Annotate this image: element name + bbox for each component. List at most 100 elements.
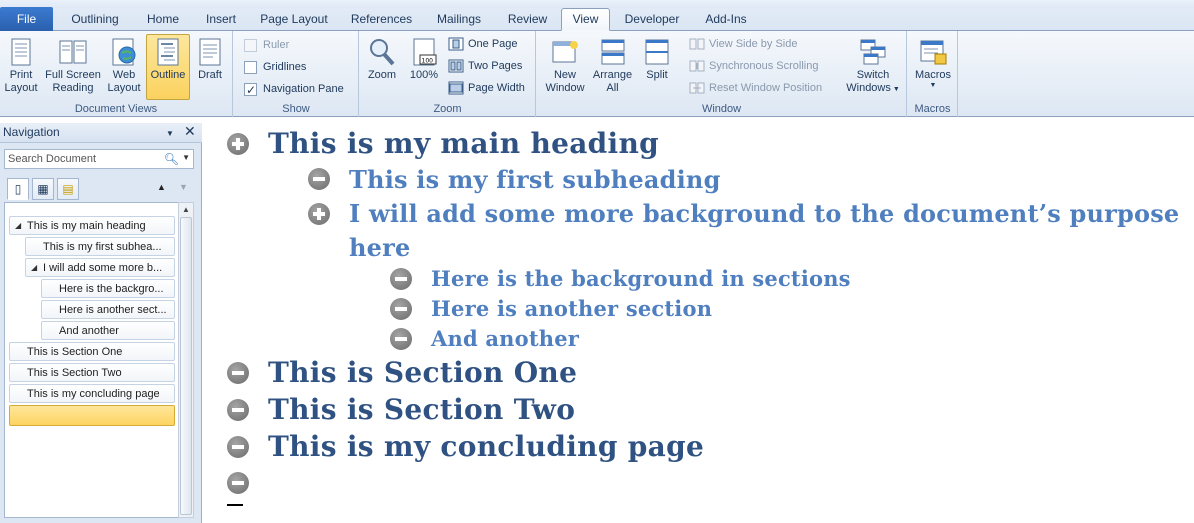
tab-review[interactable]: Review [500,9,555,31]
switch-windows-icon [860,39,886,65]
nav-heading-background-sections[interactable]: Here is the backgro... [41,279,175,298]
outline-heading-section-one[interactable]: This is Section One [268,356,577,389]
nav-heading-concluding[interactable]: This is my concluding page [9,384,175,403]
search-document-input[interactable] [5,150,155,168]
browse-results-tab[interactable]: ▤ [57,178,79,200]
browse-pages-tab[interactable]: ▦ [32,178,54,200]
gridlines-checkbox[interactable]: Gridlines [244,58,306,76]
print-layout-button[interactable]: Print Layout [2,34,40,100]
split-icon [645,39,669,65]
arrange-all-button[interactable]: Arrange All [590,34,635,100]
outline-button[interactable]: Outline [146,34,190,100]
scrollbar-thumb[interactable] [180,217,192,515]
macros-button[interactable]: Macros ▼ [912,34,954,100]
navigation-scrollbar[interactable]: ▲ [178,202,194,518]
macros-icon [920,40,947,65]
collapse-minus-icon[interactable] [390,328,412,350]
outline-level3-another-section[interactable]: Here is another section [431,296,712,321]
previous-heading-arrow-icon[interactable]: ▲ [157,182,166,192]
nav-heading-empty-selected[interactable] [9,405,175,426]
outline-heading-main[interactable]: This is my main heading [268,127,659,160]
group-zoom: Zoom 100 100% One Page Two Pages Page Wi… [360,31,536,117]
nav-heading-section-one[interactable]: This is Section One [9,342,175,361]
collapse-minus-icon[interactable] [227,472,249,494]
nav-heading-another-section[interactable]: Here is another sect... [41,300,175,319]
two-pages-icon [448,59,464,73]
new-window-button[interactable]: New Window [540,34,590,100]
expand-plus-icon[interactable] [227,133,249,155]
tab-insert[interactable]: Insert [196,9,246,31]
group-show: Ruler Gridlines Navigation Pane Show [234,31,359,117]
collapse-minus-icon[interactable] [227,362,249,384]
group-macros: Macros ▼ Macros [908,31,958,117]
collapse-triangle-icon[interactable]: ◢ [15,217,21,234]
switch-windows-label: Switch Windows [846,69,891,94]
zoom-100-button[interactable]: 100 100% [405,34,443,100]
outline-subheading-background-wrap[interactable]: here [349,233,410,262]
navigation-pane-title: Navigation [3,125,60,139]
search-options-chevron-icon[interactable]: ▼ [182,153,190,162]
nav-heading-first-subheading[interactable]: This is my first subhea... [25,237,175,256]
nav-heading-and-another[interactable]: And another [41,321,175,340]
outline-heading-concluding[interactable]: This is my concluding page [268,430,704,463]
collapse-triangle-icon[interactable]: ◢ [31,259,37,276]
outline-subheading-background[interactable]: I will add some more background to the d… [349,199,1179,228]
ribbon: Print Layout Full Screen Reading Web Lay… [0,31,1194,117]
new-window-label: New Window [545,69,585,94]
draft-button[interactable]: Draft [192,34,228,100]
collapse-minus-icon[interactable] [390,268,412,290]
nav-heading-label: I will add some more b... [43,262,163,274]
title-strip [0,0,1194,8]
outline-level3-background[interactable]: Here is the background in sections [431,266,851,291]
document-views-group-label: Document Views [74,103,158,115]
one-page-icon [448,37,464,51]
web-layout-button[interactable]: Web Layout [105,34,143,100]
switch-windows-button[interactable]: Switch Windows ▼ [845,34,901,100]
expand-plus-icon[interactable] [308,203,330,225]
tab-outlining[interactable]: Outlining [60,9,130,31]
collapse-minus-icon[interactable] [390,298,412,320]
tab-mailings[interactable]: Mailings [428,9,490,31]
split-button[interactable]: Split [638,34,676,100]
outline-heading-section-two[interactable]: This is Section Two [268,393,575,426]
navigation-pane-check-box[interactable] [244,81,257,99]
reset-window-position-button[interactable]: Reset Window Position [689,79,822,97]
nav-heading-section-two[interactable]: This is Section Two [9,363,175,382]
one-page-button[interactable]: One Page [448,35,518,53]
pane-options-chevron-icon[interactable]: ▼ [166,124,174,143]
collapse-minus-icon[interactable] [308,168,330,190]
next-heading-arrow-icon[interactable]: ▼ [179,182,188,192]
search-icon[interactable]: 🔍︎ [164,152,179,166]
tab-references[interactable]: References [344,9,419,31]
collapse-minus-icon[interactable] [227,436,249,458]
nav-heading-main[interactable]: ◢ This is my main heading [9,216,175,235]
close-icon[interactable]: ✕ [184,122,196,141]
full-screen-reading-button[interactable]: Full Screen Reading [42,34,104,100]
macros-group-label: Macros [914,103,951,115]
page-width-icon [448,81,464,95]
tab-file[interactable]: File [0,7,53,31]
browse-headings-tab[interactable]: ▯ [7,178,29,200]
two-pages-button[interactable]: Two Pages [448,57,522,75]
nav-heading-background[interactable]: ◢ I will add some more b... [25,258,175,277]
zoom-button[interactable]: Zoom [363,34,401,100]
tab-view[interactable]: View [561,8,610,31]
tab-developer[interactable]: Developer [618,9,686,31]
ruler-check-box[interactable] [244,38,257,52]
draft-label: Draft [198,69,222,81]
navigation-pane-checkbox[interactable]: Navigation Pane [244,80,344,99]
tab-home[interactable]: Home [138,9,188,31]
two-pages-label: Two Pages [468,60,523,72]
synchronous-scrolling-button[interactable]: Synchronous Scrolling [689,57,818,75]
collapse-minus-icon[interactable] [227,399,249,421]
tab-page-layout[interactable]: Page Layout [254,9,334,31]
ruler-checkbox[interactable]: Ruler [244,36,289,54]
tab-add-ins[interactable]: Add-Ins [696,9,756,31]
page-width-button[interactable]: Page Width [448,79,525,97]
outline-subheading-first[interactable]: This is my first subheading [349,165,721,194]
scroll-up-arrow-icon[interactable]: ▲ [182,205,190,214]
view-side-by-side-button[interactable]: View Side by Side [689,35,797,53]
document-outline-area[interactable]: This is my main heading This is my first… [203,123,1194,523]
gridlines-check-box[interactable] [244,60,257,74]
outline-level3-and-another[interactable]: And another [431,326,579,351]
